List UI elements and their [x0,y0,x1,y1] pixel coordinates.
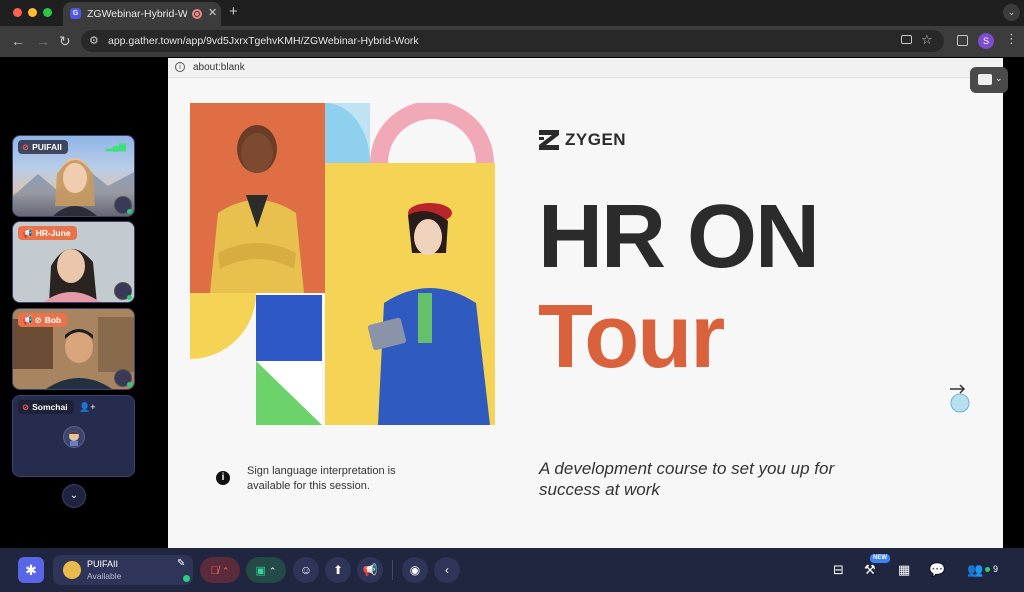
gather-menu-icon[interactable]: ✱ [18,557,44,583]
microphone-toggle-button[interactable]: 🎙̸ ⌃ [200,557,240,583]
mic-muted-icon: ⊘ [22,142,30,152]
maximize-window-button[interactable] [43,8,52,17]
recording-indicator-icon [192,9,202,19]
chat-icon[interactable]: 💬 [929,562,945,578]
chevron-left-icon: ‹ [445,563,449,577]
user-avatar [63,561,81,579]
accessibility-notice: Sign language interpretation is availabl… [247,465,396,492]
side-panel-icon[interactable] [957,35,968,46]
chevron-up-icon: ⌃ [221,566,230,576]
camera-in-use-icon[interactable] [901,35,912,44]
share-screen-button[interactable]: ⬆ [325,557,351,583]
participant-tile[interactable]: 📢 ⊘ Bob [12,308,135,390]
slide-title-line-2: Tour [538,287,725,387]
site-settings-icon[interactable]: ⚙ [89,34,99,47]
address-bar[interactable]: ⚙ app.gather.town/app/9vd5JxrxTgehvKMH/Z… [81,30,944,52]
participant-tile[interactable]: ⊘ Somchai 👤+ [12,395,135,477]
camera-toggle-button[interactable]: ▣ ⌃ [246,557,286,583]
online-status-dot [127,295,132,300]
collapse-dock-button[interactable]: ‹ [434,557,460,583]
new-feature-badge: NEW [870,554,890,563]
participants-icon[interactable]: 👥 [967,562,983,578]
online-status-dot [127,209,132,214]
chevron-down-icon[interactable]: ⌄ [62,484,86,508]
minimize-window-button[interactable] [28,8,37,17]
zygen-logo-icon [539,130,559,150]
online-status-dot [183,575,190,582]
shared-url: about:blank [193,62,245,73]
calendar-icon[interactable]: ▦ [898,562,910,578]
online-status-dot [127,382,132,387]
tab-search-chevron-icon[interactable]: ⌄ [1003,4,1020,21]
browser-tab[interactable]: G ZGWebinar-Hybrid-Work ✕ [63,2,221,26]
shared-screen-address-bar: i about:blank [168,58,1003,78]
chevron-up-icon: ⌃ [268,566,277,576]
screen-icon [978,74,992,85]
user-status: Available [87,571,122,581]
gather-favicon-icon: G [70,8,81,19]
mic-muted-icon: ⊘ [22,402,30,412]
megaphone-icon: 📢 [22,228,33,238]
user-name: PUIFAII [87,559,119,569]
profile-avatar[interactable]: S [978,33,994,49]
camera-icon: ▣ [255,565,266,577]
reload-icon[interactable]: ↻ [59,33,71,50]
online-status-dot [985,567,990,572]
new-tab-button[interactable]: + [229,3,238,20]
participant-avatar [63,426,85,448]
mic-muted-icon: ⊘ [34,315,42,325]
brand-name: ZYGEN [565,130,627,149]
megaphone-icon: 📢 [362,563,378,577]
info-icon: i [216,471,230,485]
close-tab-icon[interactable]: ✕ [208,6,217,19]
screenshot-button[interactable]: ◉ [402,557,428,583]
slide-title-line-1: HR ON [538,187,820,287]
user-status-card[interactable]: PUIFAII Available ✎ [53,555,193,585]
presentation-slide: ZYGEN HR ON Tour i Sign language interpr… [168,78,1003,548]
emoji-reaction-button[interactable]: ☺ [293,557,319,583]
smiley-icon: ☺ [299,563,313,577]
browser-toolbar: ← → ↻ ⚙ app.gather.town/app/9vd5JxrxTgeh… [0,26,1024,57]
participant-name-badge: 📢 ⊘ Bob [18,313,68,327]
forward-arrow-icon[interactable]: → [36,33,50,49]
mic-muted-icon: 🎙̸ [210,565,219,577]
browser-tab-strip: G ZGWebinar-Hybrid-Work ✕ + ⌄ [0,0,1024,26]
gather-app-window: G ZGWebinar-Hybrid-Work ✕ + ⌄ ← → ↻ ⚙ ap… [0,0,1024,592]
participant-name-badge: ⊘ Somchai [18,400,74,414]
browser-menu-icon[interactable]: ⋮ [1005,31,1018,47]
participant-count: 9 [993,564,999,574]
signal-strength-icon: ▂▄▆ [105,141,126,151]
bookmark-star-icon[interactable]: ☆ [921,32,933,48]
participant-tile[interactable]: ⊘ PUIFAII ▂▄▆ [12,135,135,217]
build-hammer-icon[interactable]: ⚒ [864,562,876,578]
url-text[interactable]: app.gather.town/app/9vd5JxrxTgehvKMH/ZGW… [108,35,419,47]
next-slide-arrow-icon[interactable] [948,383,972,413]
whiteboard-icon[interactable]: ⊟ [833,562,844,578]
megaphone-icon: 📢 [22,315,33,325]
participant-tile[interactable]: 📢 HR-June [12,221,135,303]
participant-name-badge: ⊘ PUIFAII [18,140,68,154]
slide-tagline: A development course to set you up for s… [539,459,835,499]
info-icon: i [175,62,185,72]
dock-divider [392,560,393,580]
back-arrow-icon[interactable]: ← [11,33,25,49]
chevron-down-icon: ⌄ [995,73,1003,83]
edit-pencil-icon[interactable]: ✎ [177,558,185,569]
collage-image [190,103,495,425]
megaphone-button[interactable]: 📢 [357,557,383,583]
participant-name-badge: 📢 HR-June [18,226,77,240]
add-user-icon[interactable]: 👤+ [79,402,95,413]
screen-share-icon: ⬆ [332,563,344,577]
close-window-button[interactable] [13,8,22,17]
screen-share-view-toggle[interactable]: ⌄ [970,67,1008,93]
camera-snapshot-icon: ◉ [409,563,421,577]
tab-title: ZGWebinar-Hybrid-Work [87,8,187,20]
